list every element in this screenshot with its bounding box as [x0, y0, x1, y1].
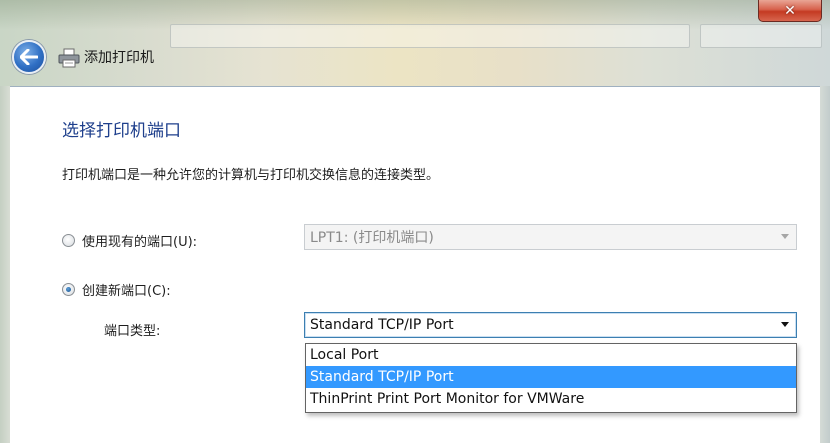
- back-arrow-icon: [20, 49, 38, 65]
- port-type-label: 端口类型:: [104, 324, 161, 339]
- chevron-down-icon: [781, 234, 789, 239]
- existing-port-radio[interactable]: [62, 234, 75, 247]
- existing-port-label[interactable]: 使用现有的端口(U):: [82, 231, 197, 250]
- dropdown-item-local-port[interactable]: Local Port: [306, 344, 796, 366]
- new-port-label[interactable]: 创建新端口(C):: [82, 280, 171, 299]
- dropdown-item-standard-tcp-ip-port[interactable]: Standard TCP/IP Port: [306, 366, 796, 388]
- port-type-select[interactable]: Standard TCP/IP Port: [304, 312, 797, 338]
- background-address-bar: [170, 24, 690, 48]
- background-search-box: [700, 24, 822, 48]
- new-port-radio[interactable]: [62, 283, 75, 296]
- page-title: 选择打印机端口: [62, 121, 181, 141]
- close-button[interactable]: ✕: [758, 0, 822, 22]
- radio-selected-dot: [66, 287, 71, 292]
- back-button[interactable]: [12, 40, 46, 74]
- window-frame-left: [0, 86, 10, 443]
- printer-icon: [58, 48, 80, 68]
- page-description: 打印机端口是一种允许您的计算机与打印机交换信息的连接类型。: [62, 168, 440, 183]
- window-title: 添加打印机: [84, 50, 154, 66]
- dropdown-item-thinprint-port-monitor[interactable]: ThinPrint Print Port Monitor for VMWare: [306, 388, 796, 410]
- port-type-dropdown: Local Port Standard TCP/IP Port ThinPrin…: [305, 343, 797, 413]
- chevron-down-icon[interactable]: [781, 322, 789, 327]
- existing-port-select: LPT1: (打印机端口): [304, 224, 797, 250]
- port-type-value: Standard TCP/IP Port: [310, 317, 454, 333]
- close-icon: ✕: [784, 2, 796, 19]
- existing-port-value: LPT1: (打印机端口): [310, 230, 434, 246]
- window-frame-right: [820, 86, 830, 443]
